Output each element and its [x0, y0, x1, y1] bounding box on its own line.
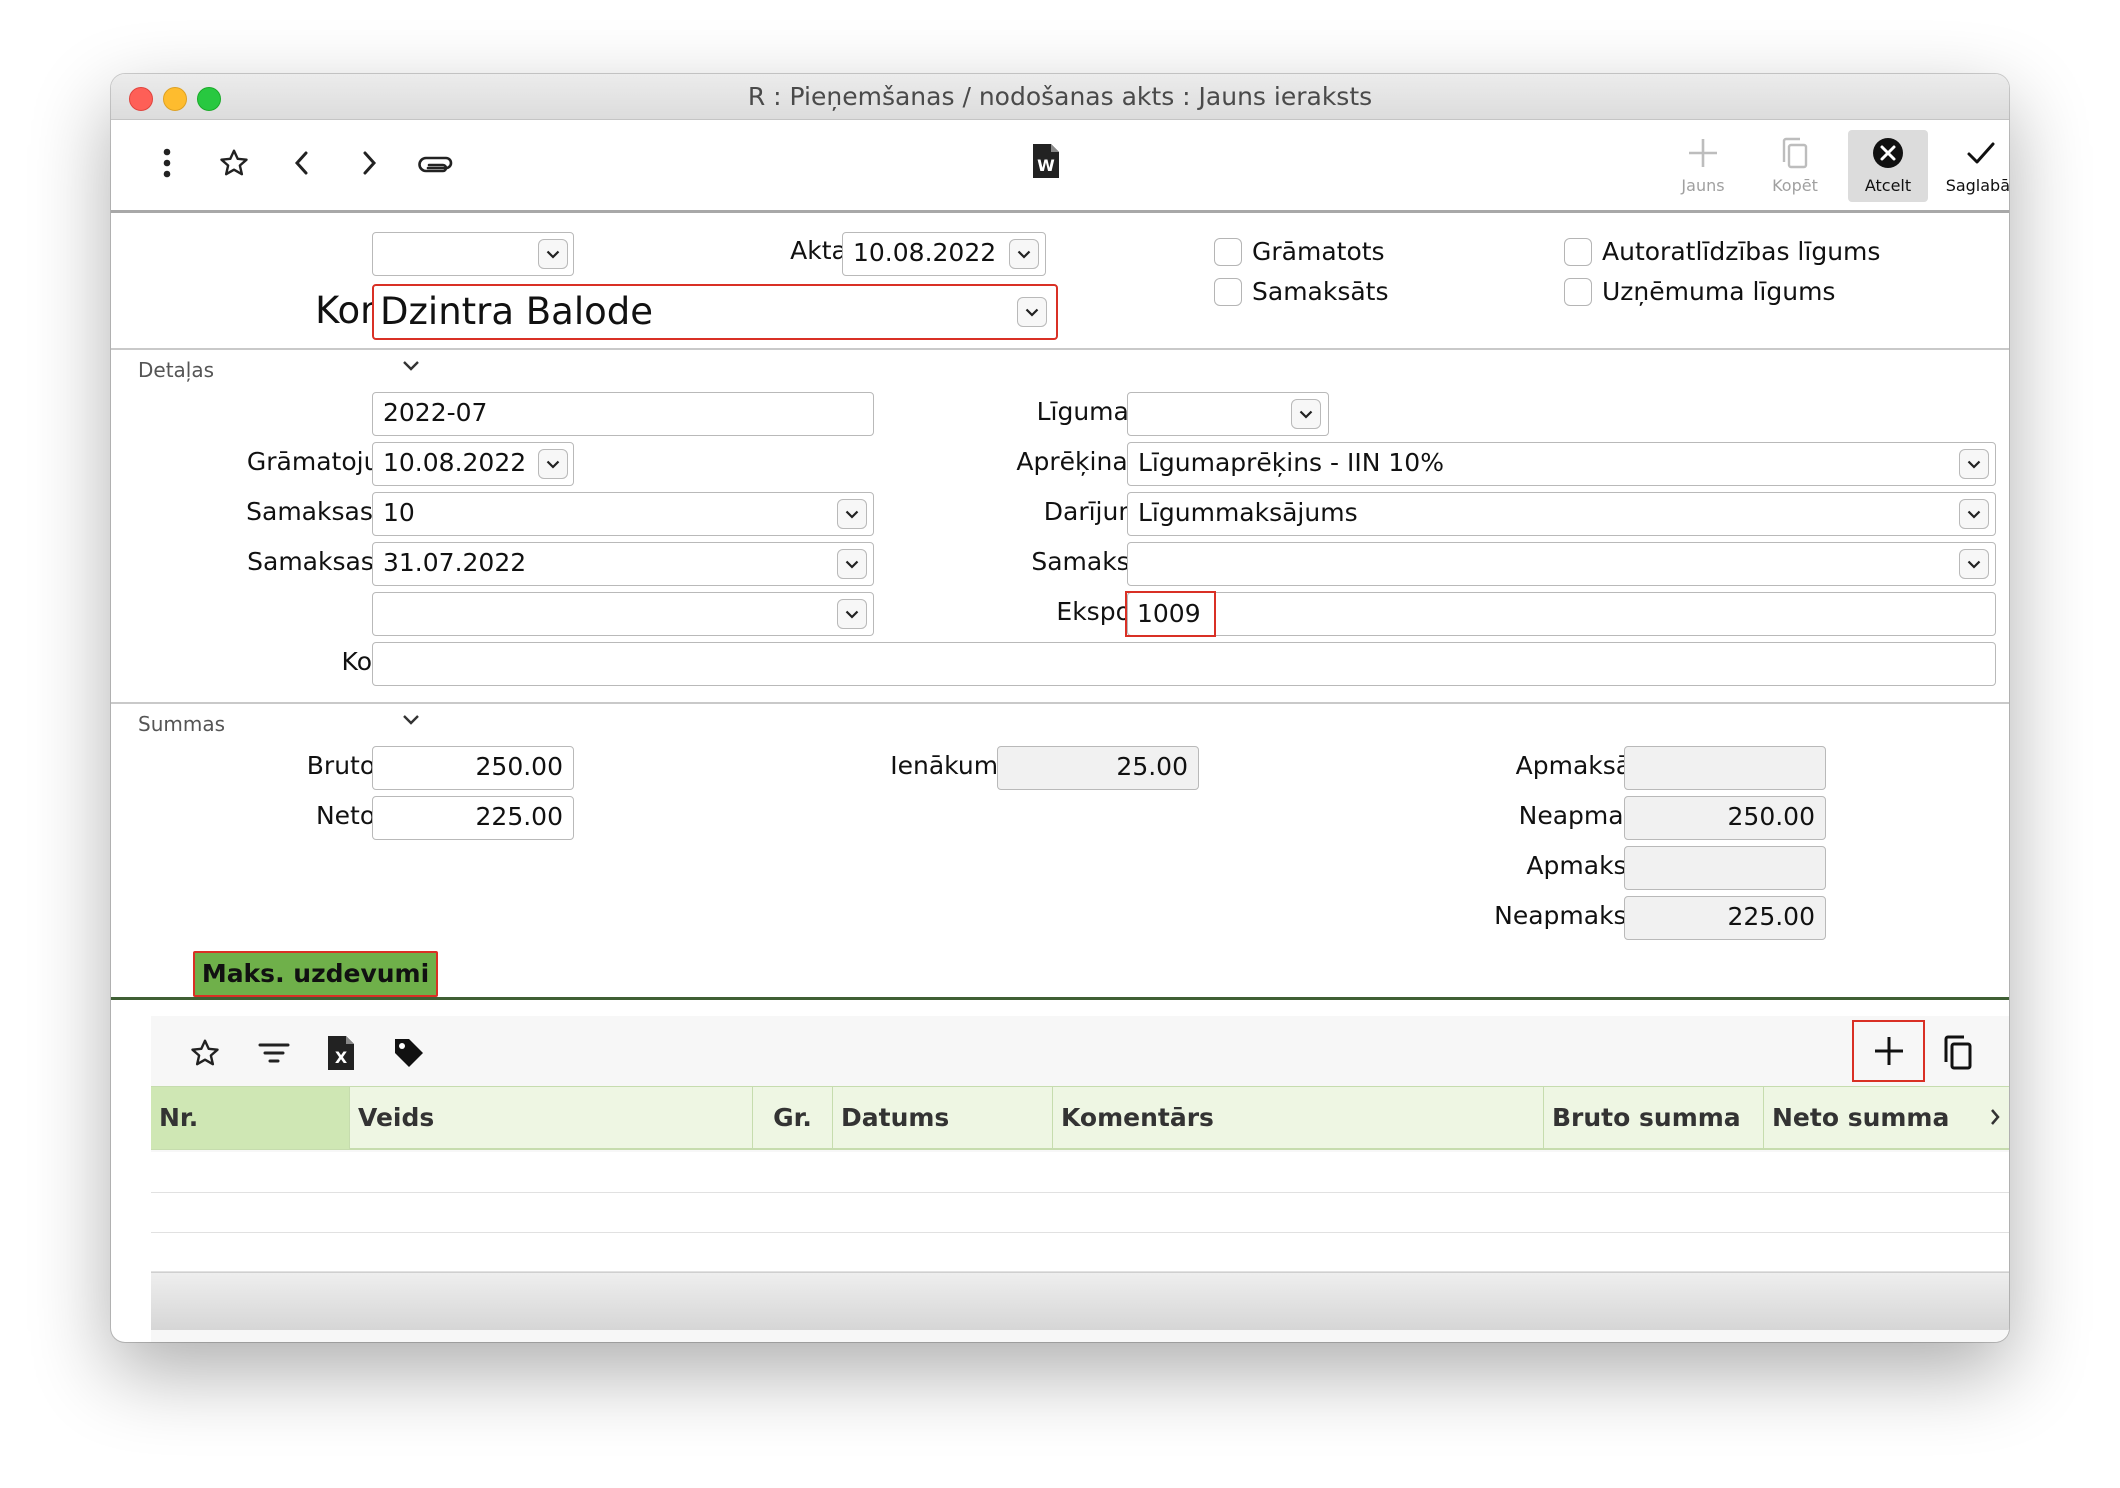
chevron-right-icon[interactable] — [349, 143, 389, 183]
details-divider — [111, 348, 2009, 350]
add-task-button[interactable] — [1852, 1020, 1925, 1082]
kontakts-dropdown-button[interactable] — [1017, 297, 1047, 327]
column-header-neto-summa[interactable]: Neto summa — [1764, 1087, 2009, 1149]
ienakuma-nodokl-field: 25.00 — [997, 746, 1199, 790]
akta-datums-dropdown-button[interactable] — [1009, 239, 1039, 269]
autoratlidzibas-ligums-checkbox[interactable] — [1564, 238, 1592, 266]
darijuma-veids-dropdown-button[interactable] — [1959, 499, 1989, 529]
copy-icon[interactable] — [1938, 1033, 1978, 1073]
sums-section-title: Summas — [138, 712, 226, 736]
scroll-columns-right-icon[interactable] — [1989, 1107, 2001, 1131]
tasks-grid-body[interactable] — [151, 1152, 2009, 1272]
sums-collapse-chevron-icon[interactable] — [402, 712, 420, 731]
sums-divider — [111, 702, 2009, 704]
more-vert-icon[interactable] — [147, 143, 187, 183]
column-header-komentars[interactable]: Komentārs — [1053, 1087, 1544, 1149]
objekti-field[interactable] — [372, 592, 874, 636]
bruto-summa-field[interactable]: 250.00 — [372, 746, 574, 790]
star-icon[interactable] — [214, 143, 254, 183]
cancel-button[interactable]: Atcelt — [1848, 130, 1928, 202]
uznemuma-ligums-checkbox[interactable] — [1564, 278, 1592, 306]
samaksats-checkbox[interactable] — [1214, 278, 1242, 306]
copy-button[interactable]: Kopēt — [1755, 130, 1835, 202]
eksporta-kods-field[interactable] — [1127, 592, 1996, 636]
samaksas-veids-dropdown-button[interactable] — [1959, 549, 1989, 579]
apmaksats-bruto-field — [1624, 746, 1826, 790]
numurs-dropdown-button[interactable] — [538, 239, 568, 269]
tasks-grid-header: Nr. Veids Gr. Datums Komentārs Bruto sum… — [151, 1086, 2009, 1150]
aprekina-formula-dropdown-button[interactable] — [1959, 449, 1989, 479]
maks-uzdevumi-tab[interactable]: Maks. uzdevumi — [193, 951, 438, 997]
uznemuma-ligums-label: Uzņēmuma līgums — [1602, 277, 1836, 306]
save-button[interactable]: Saglabāt — [1941, 130, 2009, 202]
column-header-nr[interactable]: Nr. — [151, 1087, 350, 1149]
grid-footer — [151, 1272, 2009, 1330]
komentars-field[interactable] — [372, 642, 1996, 686]
autoratlidzibas-ligums-label: Autoratlīdzības līgums — [1602, 237, 1881, 266]
star-icon[interactable] — [185, 1033, 225, 1073]
kontakts-field[interactable]: Dzintra Balode — [372, 284, 1058, 340]
ofic-nr-field[interactable]: 2022-07 — [372, 392, 874, 436]
apmaksats-neto-field — [1624, 846, 1826, 890]
tab-underline — [111, 997, 2009, 1000]
gramatots-label: Grāmatots — [1252, 237, 1385, 266]
app-window: R : Pieņemšanas / nodošanas akts : Jauns… — [111, 74, 2009, 1342]
neto-summa-field[interactable]: 225.00 — [372, 796, 574, 840]
word-document-icon[interactable]: W — [1026, 141, 1066, 181]
details-collapse-chevron-icon[interactable] — [402, 358, 420, 377]
samaksats-label: Samaksāts — [1252, 277, 1389, 306]
paperclip-icon[interactable] — [416, 143, 456, 183]
new-button[interactable]: Jauns — [1663, 130, 1743, 202]
filter-icon[interactable] — [254, 1033, 294, 1073]
darijuma-veids-field[interactable]: Līgummaksājums — [1127, 492, 1996, 536]
neapmaksats-br-field: 250.00 — [1624, 796, 1826, 840]
title-bar: R : Pieņemšanas / nodošanas akts : Jauns… — [111, 74, 2009, 120]
grid-row-divider — [151, 1192, 2009, 1193]
liguma-numurs-dropdown-button[interactable] — [1291, 399, 1321, 429]
svg-text:W: W — [1037, 156, 1055, 175]
samaksas-veids-field[interactable] — [1127, 542, 1996, 586]
tag-icon[interactable] — [389, 1033, 429, 1073]
aprekina-formula-field[interactable]: Līgumaprēķins - IIN 10% — [1127, 442, 1996, 486]
column-header-datums[interactable]: Datums — [833, 1087, 1053, 1149]
neapmaksats-neto-field: 225.00 — [1624, 896, 1826, 940]
svg-text:X: X — [335, 1048, 348, 1067]
samaksas-termins-field[interactable]: 10 — [372, 492, 874, 536]
column-header-gr[interactable]: Gr. — [753, 1087, 833, 1149]
samaksas-datums-field[interactable]: 31.07.2022 — [372, 542, 874, 586]
add-icon — [1874, 1037, 1903, 1065]
window-title: R : Pieņemšanas / nodošanas akts : Jauns… — [747, 82, 1373, 111]
details-section-title: Detaļas — [138, 358, 215, 382]
chevron-left-icon[interactable] — [282, 143, 322, 183]
grid-row-divider — [151, 1232, 2009, 1233]
column-header-bruto-summa[interactable]: Bruto summa — [1544, 1087, 1764, 1149]
excel-icon[interactable]: X — [321, 1033, 361, 1073]
column-header-veids[interactable]: Veids — [350, 1087, 753, 1149]
main-toolbar: W Jauns Kopēt Atcelt Saglabāt — [111, 121, 2009, 213]
eksporta-kods-value: 1009 — [1125, 591, 1216, 637]
gramatojuma-dat-dropdown-button[interactable] — [538, 449, 568, 479]
gramatots-checkbox[interactable] — [1214, 238, 1242, 266]
